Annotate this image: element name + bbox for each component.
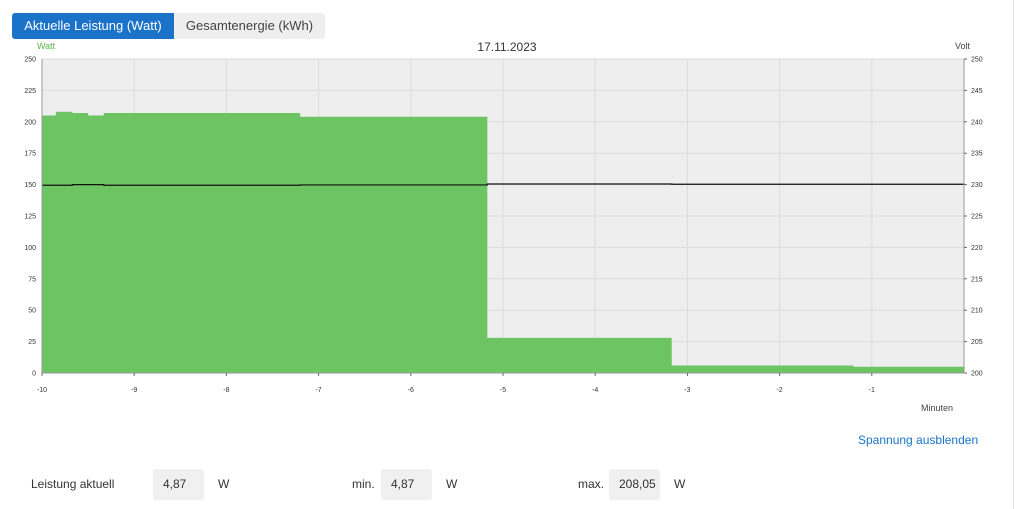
- y-tick-label: 50: [28, 308, 36, 315]
- power-panel: Aktuelle Leistung (Watt) Gesamtenergie (…: [0, 0, 1014, 509]
- min-power-unit: W: [446, 477, 458, 491]
- max-power-unit: W: [674, 477, 686, 491]
- x-tick-label: -10: [37, 387, 47, 394]
- x-tick-label: -8: [223, 387, 229, 394]
- y-tick-label: 250: [24, 57, 36, 64]
- x-tick-label: -4: [592, 387, 598, 394]
- min-power-value: 4,87: [381, 469, 432, 500]
- min-power-label: min.: [352, 477, 375, 491]
- y-tick-label: 125: [24, 214, 36, 221]
- y-tick-label: 100: [24, 245, 36, 252]
- power-chart: 0 25 50 75 100 125 150 175 200 225 250 200 205 210 215…: [24, 57, 983, 395]
- y-tick-label: 225: [24, 88, 36, 95]
- y-tick-label: 25: [28, 339, 36, 346]
- current-power-unit: W: [218, 477, 230, 491]
- x-tick-label: -1: [869, 387, 875, 394]
- y2-tick-label: 240: [971, 119, 983, 126]
- y-tick-label: 75: [28, 276, 36, 283]
- y2-tick-label: 215: [971, 276, 983, 283]
- y2-tick-label: 205: [971, 339, 983, 346]
- x-tick-label: -2: [776, 387, 782, 394]
- x-tick-label: -5: [500, 387, 506, 394]
- max-power-value: 208,05: [609, 469, 660, 500]
- current-power-label: Leistung aktuell: [31, 477, 115, 491]
- stats-row: Leistung aktuell 4,87 W min. 4,87 W max.…: [0, 469, 1014, 500]
- y-tick-label: 200: [24, 119, 36, 126]
- x-tick-label: -6: [408, 387, 414, 394]
- y-tick-label: 150: [24, 182, 36, 189]
- current-power-value: 4,87: [153, 469, 204, 500]
- y-tick-label: 175: [24, 151, 36, 158]
- y2-tick-label: 230: [971, 182, 983, 189]
- y2-tick-label: 250: [971, 57, 983, 64]
- y2-tick-label: 235: [971, 151, 983, 158]
- y-tick-label: 0: [32, 371, 36, 378]
- y2-tick-label: 200: [971, 371, 983, 378]
- y2-tick-label: 220: [971, 245, 983, 252]
- x-tick-label: -7: [315, 387, 321, 394]
- hide-voltage-link[interactable]: Spannung ausblenden: [858, 433, 978, 447]
- y2-tick-label: 225: [971, 214, 983, 221]
- max-power-label: max.: [578, 477, 605, 491]
- x-tick-label: -3: [684, 387, 690, 394]
- x-tick-label: -9: [131, 387, 137, 394]
- y2-tick-label: 210: [971, 308, 983, 315]
- y2-tick-label: 245: [971, 88, 983, 95]
